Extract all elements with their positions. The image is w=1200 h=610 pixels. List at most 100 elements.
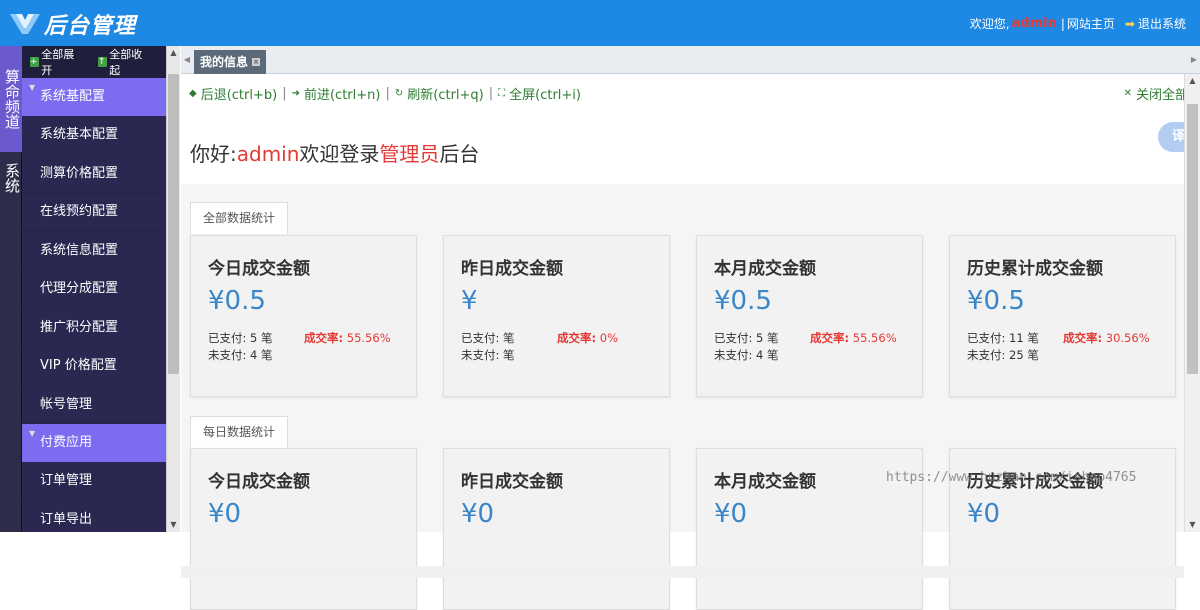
logout-icon: ➡ xyxy=(1124,16,1135,31)
close-icon[interactable]: × xyxy=(252,58,261,66)
fullscreen-icon: ⛶ xyxy=(498,87,506,99)
expand-all-button[interactable]: + 全部展开 xyxy=(30,46,90,78)
sidebar-item-orders[interactable]: 订单管理 xyxy=(22,462,166,501)
scroll-thumb[interactable] xyxy=(1187,104,1198,374)
card-value: ¥0 xyxy=(714,499,748,529)
horizontal-scrollbar[interactable] xyxy=(181,566,1184,578)
main-area: ◀ 我的信息 × ▶ ◆ 后退(ctrl+b) | ➜ 前进(ctrl+n) | ↻… xyxy=(181,46,1200,610)
sidebar-scrollbar[interactable]: ▲ ▼ xyxy=(166,46,180,532)
header-username: admin xyxy=(1011,16,1057,31)
card-unpaid: 未支付: 4 笔 xyxy=(714,348,779,362)
close-all-label: 关闭全部 xyxy=(1135,87,1188,103)
welcome-user: admin xyxy=(236,142,300,166)
caret-down-icon: ▼ xyxy=(29,429,36,438)
back-label: 后退(ctrl+b) xyxy=(200,87,278,103)
daily-card-yesterday: 昨日成交金额 ¥0 xyxy=(443,448,670,610)
logo[interactable]: 后台管理 xyxy=(8,9,136,39)
sidebar: + 全部展开 ↑ 全部收起 ▼ 系统基配置 系统基本配置 测算价格配置 在线预约配置 … xyxy=(22,46,166,532)
section-tab-all-stats[interactable]: 全部数据统计 xyxy=(190,202,289,234)
sidebar-item-vip-config[interactable]: VIP 价格配置 xyxy=(22,347,166,386)
site-home-link[interactable]: 网站主页 xyxy=(1067,15,1115,32)
refresh-icon: ↻ xyxy=(394,87,404,99)
welcome-label: 欢迎您, xyxy=(969,17,1010,31)
card-value: ¥0.5 xyxy=(967,286,1025,316)
card-title: 今日成交金额 xyxy=(208,259,310,279)
fullscreen-button[interactable]: ⛶ 全屏(ctrl+i) xyxy=(498,84,581,103)
back-button[interactable]: ◆ 后退(ctrl+b) xyxy=(189,84,277,103)
card-rate: 成交率: 0% xyxy=(557,330,618,346)
scroll-down-icon[interactable]: ▼ xyxy=(167,518,180,532)
refresh-button[interactable]: ↻ 刷新(ctrl+q) xyxy=(395,84,484,103)
stat-card-yesterday: 昨日成交金额 ¥ 已支付: 笔 未支付: 笔 成交率: 0% xyxy=(443,235,670,397)
sidebar-item-order-export[interactable]: 订单导出 xyxy=(22,501,166,533)
scroll-up-icon[interactable]: ▲ xyxy=(1185,74,1200,88)
forward-label: 前进(ctrl+n) xyxy=(303,87,381,103)
tab-my-info[interactable]: 我的信息 × xyxy=(194,50,267,74)
logout-label: 退出系统 xyxy=(1137,17,1186,31)
sidebar-item-info-config[interactable]: 系统信息配置 xyxy=(22,232,166,270)
header-separator: | xyxy=(1060,16,1065,31)
stat-card-month: 本月成交金额 ¥0.5 已支付: 5 笔 未支付: 4 笔 成交率: 55.56… xyxy=(696,235,923,397)
refresh-label: 刷新(ctrl+q) xyxy=(407,87,484,103)
tab-label: 我的信息 xyxy=(200,55,249,69)
scroll-down-icon[interactable]: ▼ xyxy=(1185,518,1200,532)
sidebar-item-points-config[interactable]: 推广积分配置 xyxy=(22,309,166,347)
card-paid: 已支付: 5 笔 xyxy=(208,331,273,345)
tab-scroll-right-icon[interactable]: ▶ xyxy=(1188,46,1200,74)
collapse-all-button[interactable]: ↑ 全部收起 xyxy=(98,46,158,78)
app-title: 后台管理 xyxy=(44,14,137,39)
channel-nav: 算命频道 系统 xyxy=(0,46,22,532)
daily-card-today: 今日成交金额 ¥0 xyxy=(190,448,417,610)
expand-all-label: 全部展开 xyxy=(41,48,75,77)
welcome-role: 管理员 xyxy=(379,142,440,166)
rate-value: 55.56% xyxy=(852,331,897,345)
toolbar-separator: | xyxy=(488,85,494,101)
card-value: ¥0.5 xyxy=(208,286,266,316)
rate-label: 成交率: xyxy=(304,331,344,345)
watermark: https://www.huzhan.com/ishop4765 xyxy=(886,470,1137,485)
close-icon: ✕ xyxy=(1123,87,1132,99)
rate-value: 30.56% xyxy=(1105,331,1150,345)
card-title: 本月成交金额 xyxy=(714,259,816,279)
expand-icon: + xyxy=(30,57,40,67)
toolbar-separator: | xyxy=(385,85,390,101)
card-rate: 成交率: 55.56% xyxy=(810,330,897,346)
scroll-up-icon[interactable]: ▲ xyxy=(167,46,180,60)
nav-tab-fortune[interactable]: 算命频道 xyxy=(0,46,22,152)
card-value: ¥0 xyxy=(967,499,1001,529)
card-rate: 成交率: 30.56% xyxy=(1063,330,1150,346)
sidebar-item-booking-config[interactable]: 在线预约配置 xyxy=(22,193,166,232)
sidebar-group-system[interactable]: ▼ 系统基配置 xyxy=(22,78,166,116)
card-paid: 已支付: 11 笔 xyxy=(967,331,1039,345)
card-title: 昨日成交金额 xyxy=(461,472,563,492)
sidebar-group-paid-apps[interactable]: ▼ 付费应用 xyxy=(22,424,166,462)
forward-button[interactable]: ➜ 前进(ctrl+n) xyxy=(292,84,381,103)
card-value: ¥0.5 xyxy=(714,286,772,316)
stat-card-today: 今日成交金额 ¥0.5 已支付: 5 笔 未支付: 4 笔 成交率: 55.56… xyxy=(190,235,417,397)
nav-tab-system[interactable]: 系统 xyxy=(0,152,22,204)
card-value: ¥ xyxy=(461,286,478,316)
card-title: 今日成交金额 xyxy=(208,472,310,492)
tab-strip: ◀ 我的信息 × ▶ xyxy=(181,46,1200,74)
close-all-button[interactable]: ✕ 关闭全部 xyxy=(1124,74,1188,112)
section-tab-daily-stats[interactable]: 每日数据统计 xyxy=(190,416,289,448)
welcome-mid: 欢迎登录 xyxy=(299,142,380,166)
logout-button[interactable]: ➡ 退出系统 xyxy=(1125,15,1186,32)
card-title: 历史累计成交金额 xyxy=(967,259,1103,279)
toolbar-separator: | xyxy=(282,85,287,101)
sidebar-item-basic-config[interactable]: 系统基本配置 xyxy=(22,116,166,155)
scroll-thumb[interactable] xyxy=(168,74,179,374)
welcome-heading: 你好:admin欢迎登录管理员后台 xyxy=(190,138,479,167)
tab-scroll-left-icon[interactable]: ◀ xyxy=(181,46,193,74)
sidebar-item-price-config[interactable]: 测算价格配置 xyxy=(22,155,166,193)
sidebar-item-accounts[interactable]: 帐号管理 xyxy=(22,386,166,424)
card-unpaid: 未支付: 25 笔 xyxy=(967,348,1039,362)
sidebar-item-agent-config[interactable]: 代理分成配置 xyxy=(22,270,166,309)
tab-toolbar: ◆ 后退(ctrl+b) | ➜ 前进(ctrl+n) | ↻ 刷新(ctrl+q) … xyxy=(181,74,1200,112)
card-unpaid: 未支付: 笔 xyxy=(461,348,515,362)
main-scrollbar[interactable]: ▲ ▼ xyxy=(1184,74,1200,532)
card-paid: 已支付: 5 笔 xyxy=(714,331,779,345)
rate-label: 成交率: xyxy=(810,331,850,345)
sidebar-tools: + 全部展开 ↑ 全部收起 xyxy=(22,46,166,78)
card-title: 昨日成交金额 xyxy=(461,259,563,279)
